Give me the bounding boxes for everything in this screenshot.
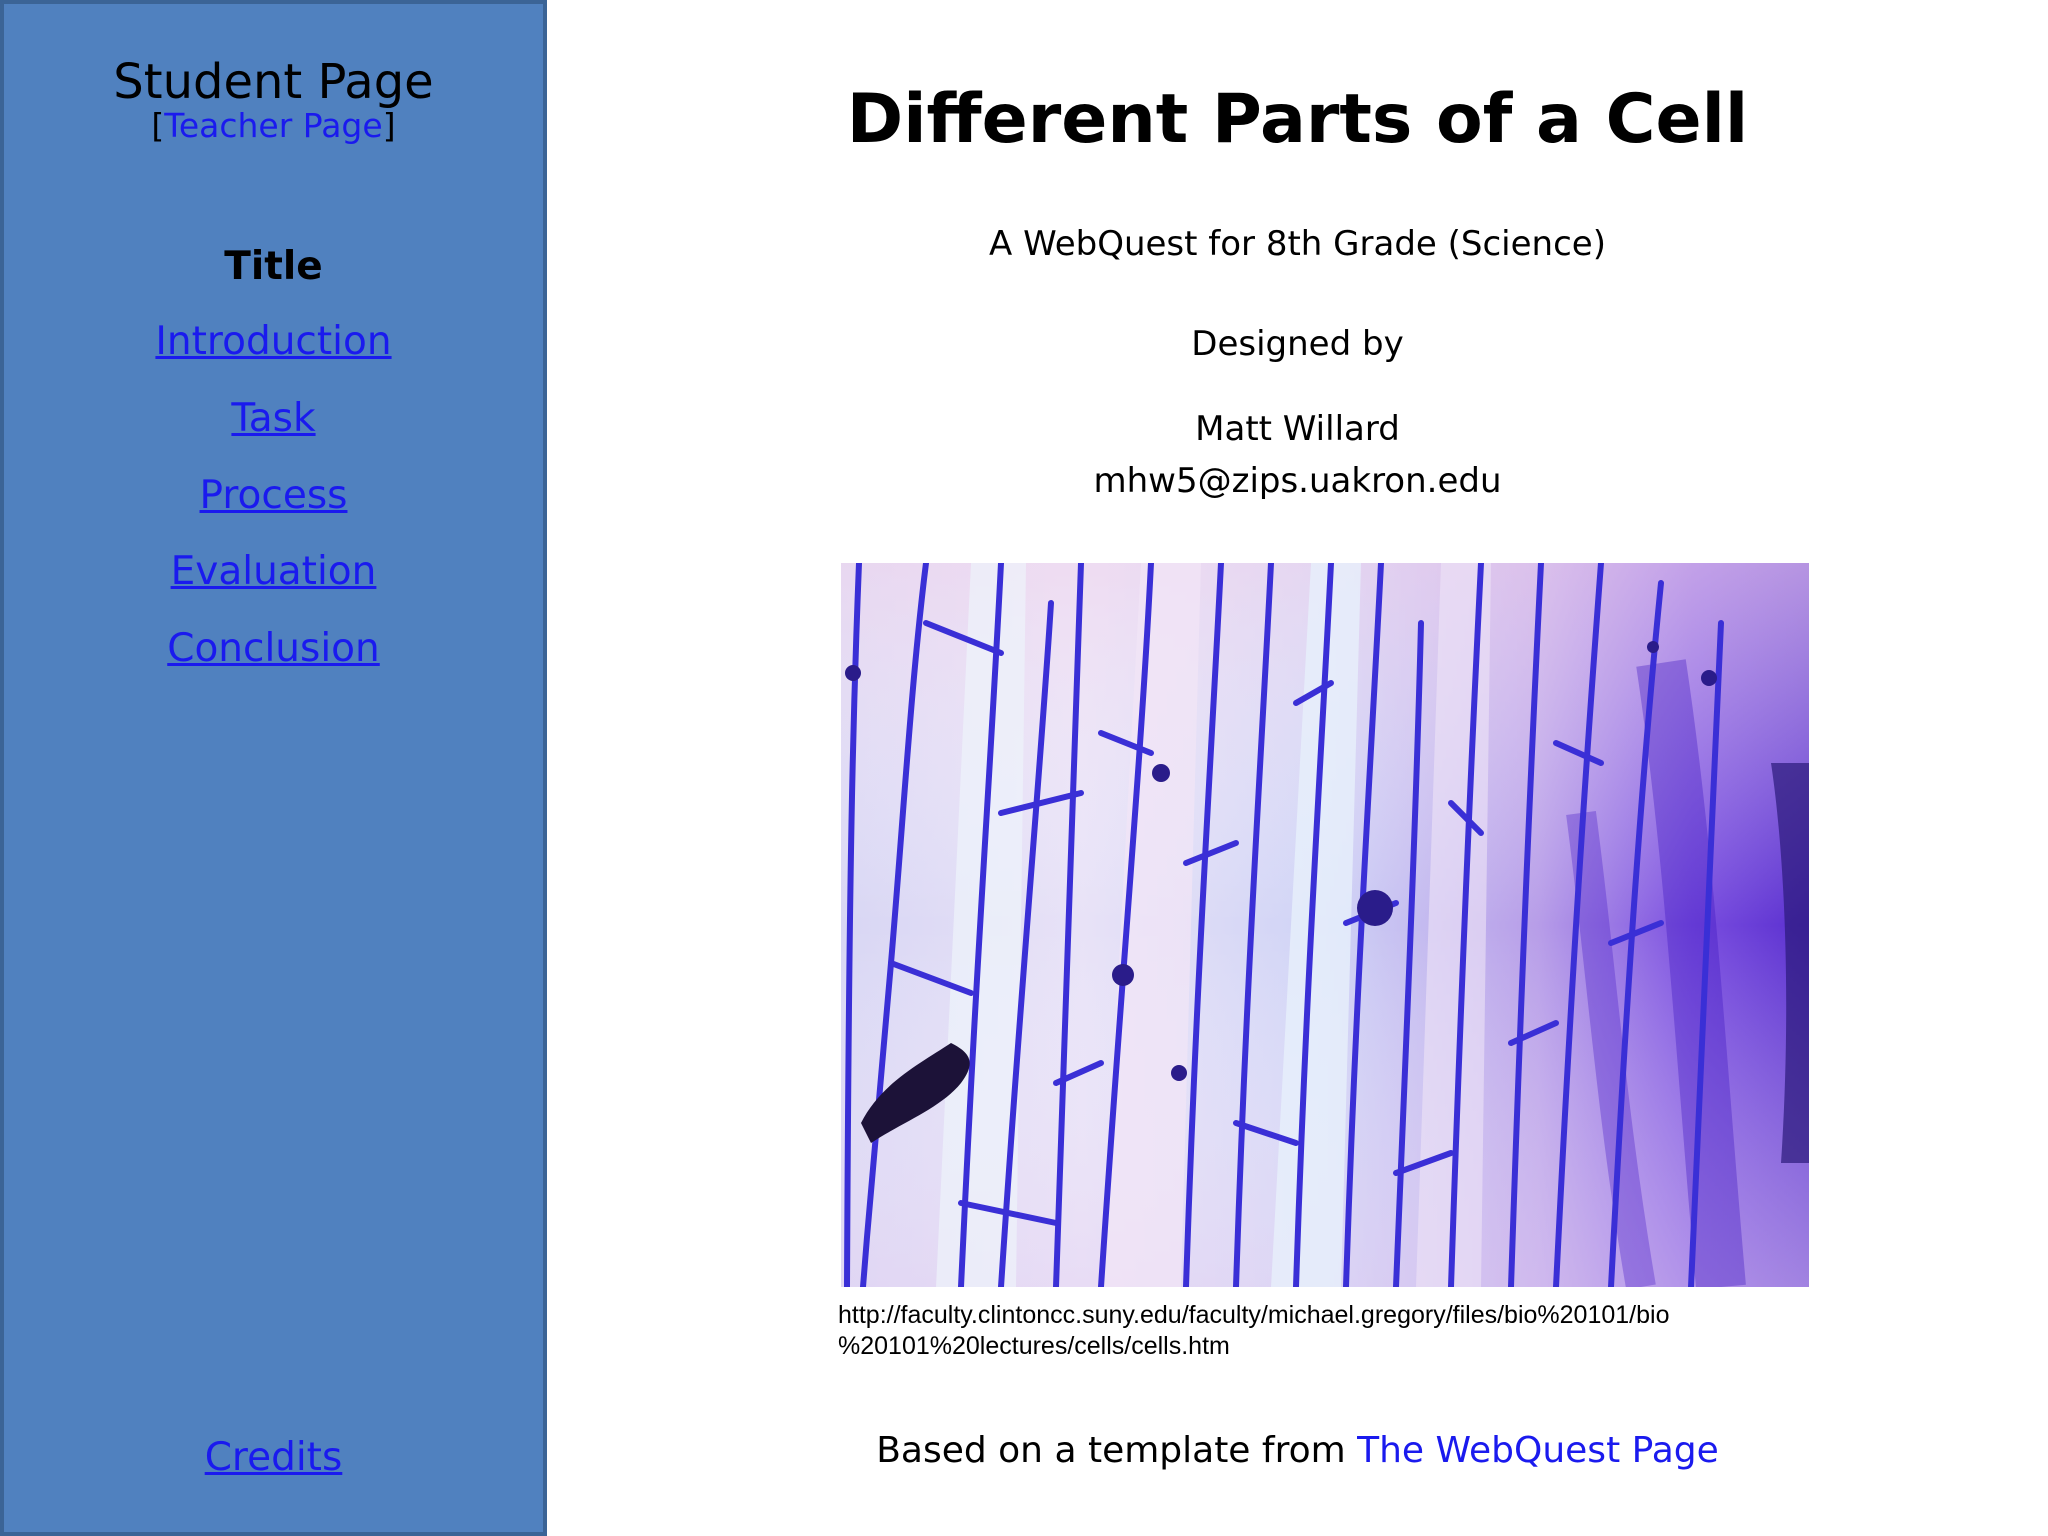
- nav-item-evaluation[interactable]: Evaluation: [4, 548, 543, 596]
- bracket-close: ]: [382, 106, 396, 145]
- cell-micrograph-image: [841, 563, 1809, 1287]
- subtitle: A WebQuest for 8th Grade (Science): [989, 224, 1606, 264]
- nav-item-credits[interactable]: Credits: [4, 1434, 543, 1482]
- footer-credit: Based on a template from The WebQuest Pa…: [547, 1428, 2048, 1474]
- nav-item-introduction[interactable]: Introduction: [4, 318, 543, 366]
- bracket-open: [: [151, 106, 165, 145]
- onion-cell-micrograph: [841, 563, 1809, 1287]
- nav-item-conclusion[interactable]: Conclusion: [4, 625, 543, 673]
- nav-item-task[interactable]: Task: [4, 395, 543, 443]
- teacher-page-link[interactable]: Teacher Page: [164, 106, 382, 145]
- designed-by-label: Designed by: [1191, 324, 1404, 364]
- author-name: Matt Willard: [1195, 409, 1400, 449]
- image-source-line-2: %20101%20lectures/cells/cells.htm: [838, 1332, 1230, 1360]
- webquest-page-link[interactable]: The WebQuest Page: [1357, 1430, 1719, 1471]
- teacher-page-line: [Teacher Page]: [4, 106, 543, 146]
- nav-item-title: Title: [224, 244, 323, 289]
- page-title: Different Parts of a Cell: [846, 80, 1749, 159]
- image-source-citation: http://faculty.clintoncc.suny.edu/facult…: [838, 1300, 1738, 1362]
- page: Student Page [Teacher Page] Title Introd…: [0, 0, 2048, 1536]
- image-source-line-1: http://faculty.clintoncc.suny.edu/facult…: [838, 1301, 1670, 1329]
- sidebar-title: Student Page: [113, 54, 434, 110]
- author-email: mhw5@zips.uakron.edu: [1093, 461, 1502, 501]
- footer-prefix: Based on a template from: [876, 1430, 1358, 1471]
- sidebar-nav: Student Page [Teacher Page] Title Introd…: [0, 0, 547, 1536]
- nav-item-process[interactable]: Process: [4, 472, 543, 520]
